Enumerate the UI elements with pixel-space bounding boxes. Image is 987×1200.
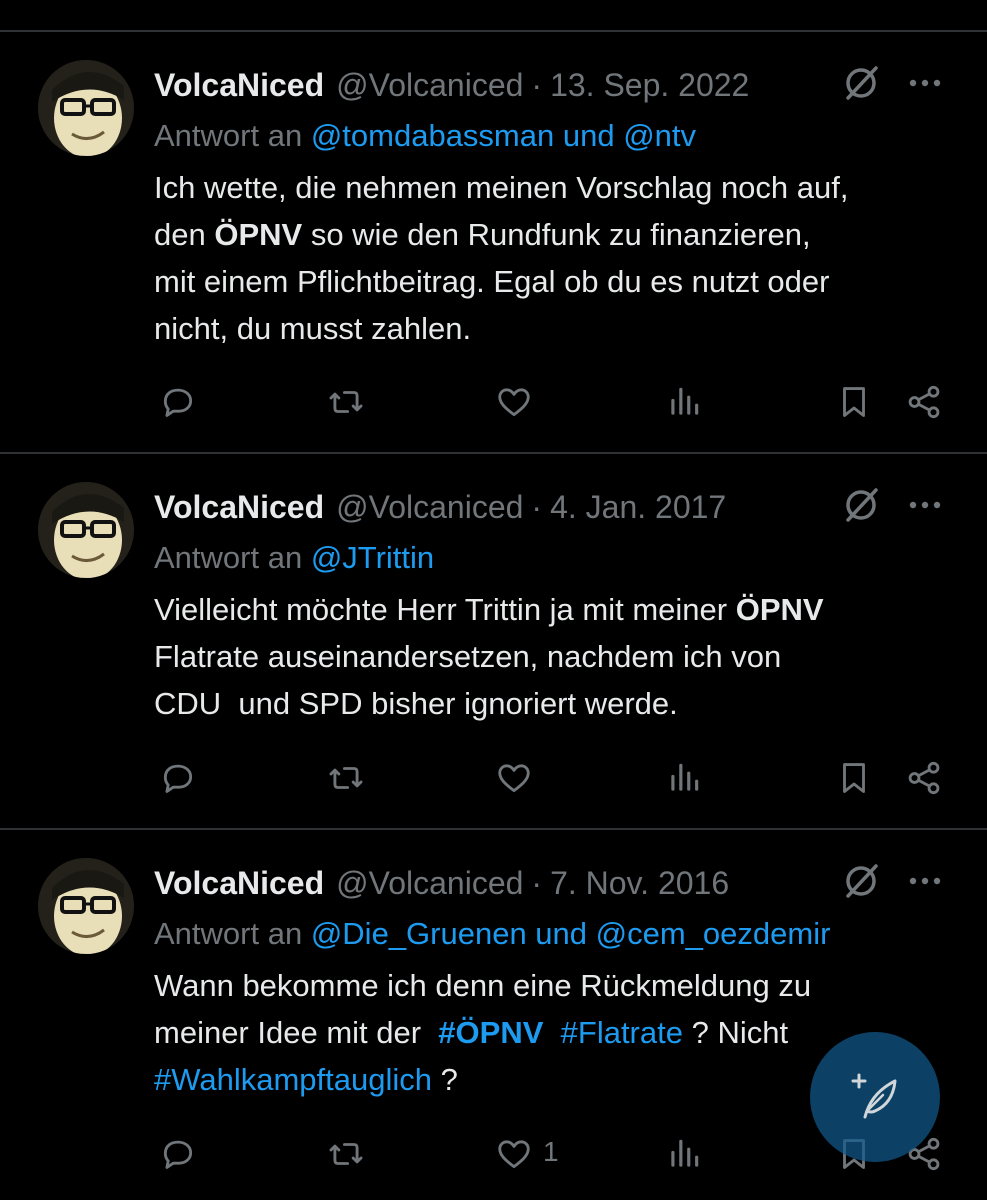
tweet-header: VolcaNiced @Volcaniced · 7. Nov. 2016	[154, 860, 729, 906]
compose-button[interactable]	[810, 1032, 940, 1162]
bookmark-icon[interactable]	[830, 754, 878, 802]
tweet-date[interactable]: 7. Nov. 2016	[550, 865, 729, 902]
retweet-icon[interactable]	[322, 754, 370, 802]
text-fragment: so wie den Rundfunk zu finanzieren,	[302, 217, 811, 252]
views-icon[interactable]	[660, 754, 708, 802]
text-fragment: Vielleicht möchte Herr Trittin ja mit me…	[154, 592, 736, 627]
bold-text: ÖPNV	[735, 592, 824, 627]
reply-prefix: Antwort an	[154, 118, 303, 153]
tweet-header: VolcaNiced @Volcaniced · 4. Jan. 2017	[154, 484, 726, 530]
hashtag-link[interactable]: #ÖPNV	[438, 1015, 543, 1050]
user-handle[interactable]: @Volcaniced	[336, 865, 523, 902]
heart-icon[interactable]	[490, 1130, 538, 1178]
views-icon[interactable]	[660, 378, 708, 426]
separator-dot: ·	[531, 66, 543, 103]
like-count: 1	[543, 1136, 559, 1167]
text-fragment: den	[154, 217, 215, 252]
display-name[interactable]: VolcaNiced	[154, 865, 324, 902]
text-line: mit einem Pflichtbeitrag. Egal ob du es …	[154, 264, 830, 299]
retweet-icon[interactable]	[322, 1130, 370, 1178]
heart-icon[interactable]	[490, 754, 538, 802]
divider	[0, 452, 987, 454]
reply-mentions[interactable]: @Die_Gruenen und @cem_oezdemir	[311, 916, 831, 951]
reply-icon[interactable]	[154, 378, 202, 426]
more-icon[interactable]	[904, 860, 946, 902]
grok-icon[interactable]	[840, 860, 882, 902]
text-line: den ÖPNV so wie den Rundfunk zu finanzie…	[154, 211, 954, 258]
grok-icon[interactable]	[840, 484, 882, 526]
more-icon[interactable]	[904, 62, 946, 104]
tweet-header: VolcaNiced @Volcaniced · 13. Sep. 2022	[154, 62, 749, 108]
divider	[0, 30, 987, 32]
heart-icon[interactable]	[490, 378, 538, 426]
tweet-1[interactable]: VolcaNiced @Volcaniced · 13. Sep. 2022 A…	[0, 60, 987, 450]
reply-mentions[interactable]: @tomdabassman und @ntv	[311, 118, 696, 153]
user-handle[interactable]: @Volcaniced	[336, 489, 523, 526]
text-line: Ich wette, die nehmen meinen Vorschlag n…	[154, 170, 849, 205]
reply-mentions[interactable]: @JTrittin	[311, 540, 434, 575]
reply-context: Antwort an @JTrittin	[154, 540, 434, 576]
display-name[interactable]: VolcaNiced	[154, 489, 324, 526]
avatar[interactable]	[38, 60, 134, 156]
hashtag-link[interactable]: #Wahlkampftauglich	[154, 1062, 432, 1097]
display-name[interactable]: VolcaNiced	[154, 67, 324, 104]
text-line: CDU und SPD bisher ignoriert werde.	[154, 686, 678, 721]
hashtag-link[interactable]: #Flatrate	[561, 1015, 683, 1050]
text-fragment: ?	[432, 1062, 458, 1097]
separator-dot: ·	[531, 488, 543, 525]
retweet-icon[interactable]	[322, 378, 370, 426]
reply-prefix: Antwort an	[154, 540, 303, 575]
bookmark-icon[interactable]	[830, 378, 878, 426]
text-fragment: meiner Idee mit der	[154, 1015, 439, 1050]
reply-context: Antwort an @Die_Gruenen und @cem_oezdemi…	[154, 916, 830, 952]
timeline-feed: VolcaNiced @Volcaniced · 13. Sep. 2022 A…	[0, 0, 987, 1200]
more-icon[interactable]	[904, 484, 946, 526]
divider	[0, 828, 987, 830]
reply-prefix: Antwort an	[154, 916, 303, 951]
reply-context: Antwort an @tomdabassman und @ntv	[154, 118, 696, 154]
avatar[interactable]	[38, 482, 134, 578]
compose-icon	[851, 1073, 897, 1119]
separator-dot: ·	[531, 864, 543, 901]
user-handle[interactable]: @Volcaniced	[336, 67, 523, 104]
share-icon[interactable]	[900, 754, 948, 802]
avatar[interactable]	[38, 858, 134, 954]
action-bar	[0, 754, 987, 802]
tweet-2[interactable]: VolcaNiced @Volcaniced · 4. Jan. 2017 An…	[0, 482, 987, 822]
text-fragment: ? Nicht	[682, 1015, 789, 1050]
text-line: Flatrate auseinandersetzen, nachdem ich …	[154, 639, 782, 674]
tweet-text: Ich wette, die nehmen meinen Vorschlag n…	[154, 164, 954, 352]
tweet-date[interactable]: 4. Jan. 2017	[550, 489, 726, 526]
text-line: nicht, du musst zahlen.	[154, 311, 472, 346]
text-line: Wann bekomme ich denn eine Rückmeldung z…	[154, 968, 812, 1003]
views-icon[interactable]	[660, 1130, 708, 1178]
bold-text: ÖPNV	[214, 217, 303, 252]
action-bar	[0, 378, 987, 426]
share-icon[interactable]	[900, 378, 948, 426]
grok-icon[interactable]	[840, 62, 882, 104]
text-line: Vielleicht möchte Herr Trittin ja mit me…	[154, 586, 954, 633]
tweet-text: Vielleicht möchte Herr Trittin ja mit me…	[154, 586, 954, 727]
reply-icon[interactable]	[154, 754, 202, 802]
tweet-date[interactable]: 13. Sep. 2022	[550, 67, 749, 104]
reply-icon[interactable]	[154, 1130, 202, 1178]
